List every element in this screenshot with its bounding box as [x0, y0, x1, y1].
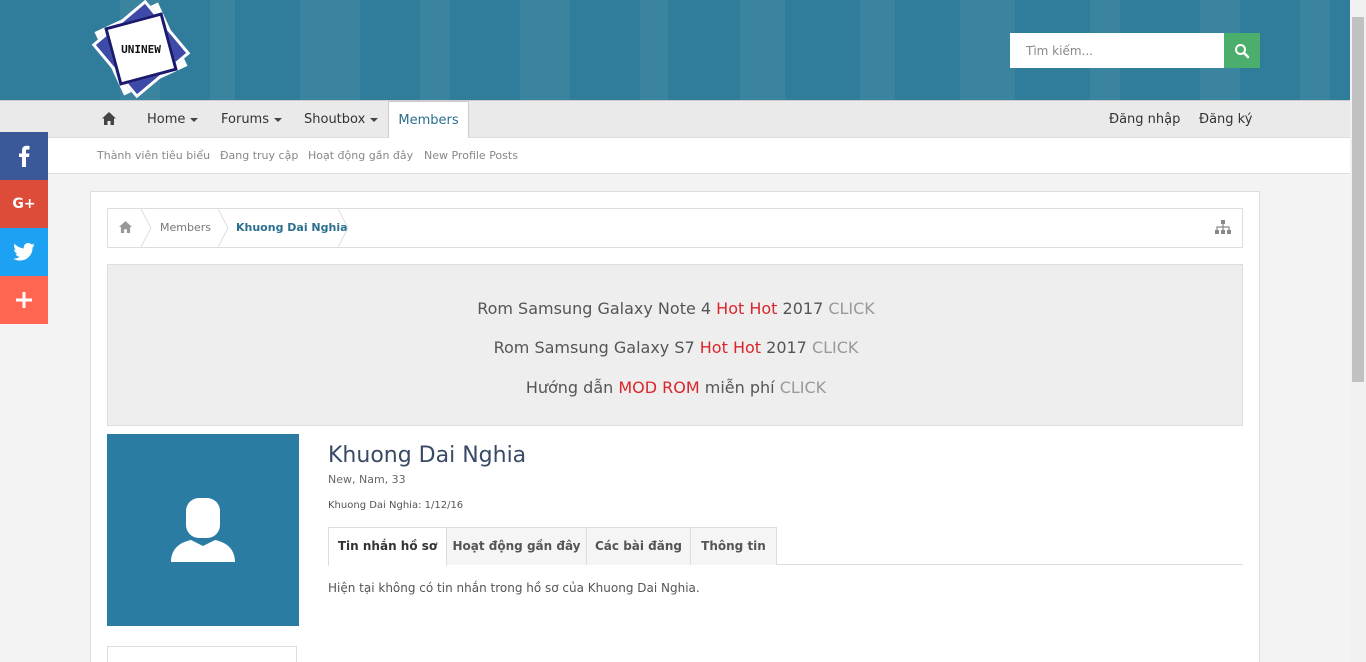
- user-silhouette-icon: [171, 498, 235, 562]
- login-link[interactable]: Đăng nhập: [1109, 101, 1180, 138]
- search-input[interactable]: [1010, 33, 1224, 68]
- chevron-down-icon: [274, 117, 282, 122]
- sitemap-jump-button[interactable]: [1215, 209, 1231, 247]
- breadcrumb-home-link[interactable]: [119, 209, 132, 247]
- breadcrumb-current[interactable]: Khuong Dai Nghia: [236, 209, 348, 247]
- profile-name: Khuong Dai Nghia: [328, 443, 527, 468]
- avatar[interactable]: [107, 434, 299, 626]
- facebook-icon: [19, 145, 30, 167]
- subnav-notable-members[interactable]: Thành viên tiêu biểu: [97, 138, 210, 174]
- profile-meta: New, Nam, 33: [328, 473, 406, 486]
- promo-line-s7: Rom Samsung Galaxy S7 Hot Hot 2017 CLICK: [493, 338, 859, 357]
- breadcrumb-separator: [218, 209, 229, 247]
- promo-hot-label: Hot Hot: [716, 299, 778, 318]
- home-icon: [102, 111, 116, 125]
- search-icon: [1235, 43, 1250, 58]
- tab-postings[interactable]: Các bài đăng: [586, 527, 691, 565]
- main-nav: Home Forums Shoutbox Members Đăng nhập Đ…: [0, 100, 1350, 139]
- empty-profile-posts-message: Hiện tại không có tin nhắn trong hồ sơ c…: [328, 581, 700, 595]
- google-plus-share-button[interactable]: G+: [0, 180, 48, 228]
- promo-click-link[interactable]: CLICK: [812, 338, 858, 357]
- breadcrumb: Members Khuong Dai Nghia: [107, 208, 1243, 248]
- promo-click-link[interactable]: CLICK: [828, 299, 874, 318]
- search-button[interactable]: [1224, 33, 1260, 68]
- promo-modrom-label: MOD ROM: [618, 378, 700, 397]
- tab-profile-posts[interactable]: Tin nhắn hồ sơ: [328, 527, 447, 566]
- subnav-online-now[interactable]: Đang truy cập: [220, 138, 298, 174]
- twitter-icon: [13, 243, 35, 261]
- home-icon: [119, 220, 132, 233]
- promo-hot-label: Hot Hot: [699, 338, 762, 357]
- breadcrumb-members-link[interactable]: Members: [160, 209, 211, 247]
- subnav-recent-activity[interactable]: Hoạt động gần đây: [308, 138, 413, 174]
- register-link[interactable]: Đăng ký: [1199, 101, 1252, 138]
- plus-icon: [16, 292, 32, 308]
- logo-text: UNINEW: [121, 42, 161, 56]
- chevron-down-icon: [370, 117, 379, 122]
- site-header: UNINEW: [0, 0, 1350, 100]
- site-logo[interactable]: UNINEW: [91, 0, 191, 99]
- promo-notice: Rom Samsung Galaxy Note 4 Hot Hot 2017 C…: [107, 264, 1243, 426]
- profile-date: Khuong Dai Nghia: 1/12/16: [328, 500, 464, 511]
- page-scrollbar[interactable]: [1350, 0, 1366, 662]
- more-share-button[interactable]: [0, 276, 48, 324]
- nav-shoutbox[interactable]: Shoutbox: [304, 101, 379, 138]
- nav-home[interactable]: Home: [147, 101, 199, 138]
- subnav-new-profile-posts[interactable]: New Profile Posts: [424, 138, 518, 174]
- nav-forums[interactable]: Forums: [221, 101, 282, 138]
- nav-members[interactable]: Members: [388, 101, 469, 139]
- breadcrumb-separator: [338, 209, 349, 247]
- promo-click-link[interactable]: CLICK: [780, 378, 826, 397]
- tab-recent-activity[interactable]: Hoạt động gần đây: [446, 527, 587, 565]
- facebook-share-button[interactable]: [0, 132, 48, 180]
- google-plus-icon: G+: [12, 196, 36, 212]
- twitter-share-button[interactable]: [0, 228, 48, 276]
- scrollbar-thumb[interactable]: [1352, 17, 1364, 382]
- promo-line-modrom: Hướng dẫn MOD ROM miễn phí CLICK: [525, 378, 827, 397]
- sitemap-icon: [1215, 219, 1231, 234]
- search-form: [1010, 33, 1260, 68]
- profile-tabs: Tin nhắn hồ sơ Hoạt động gần đây Các bài…: [328, 527, 1243, 566]
- tab-information[interactable]: Thông tin: [690, 527, 777, 565]
- promo-line-note4: Rom Samsung Galaxy Note 4 Hot Hot 2017 C…: [477, 299, 875, 318]
- sidebar-info-box: [107, 646, 297, 662]
- sub-nav: Thành viên tiêu biểu Đang truy cập Hoạt …: [0, 138, 1350, 174]
- chevron-down-icon: [190, 117, 199, 122]
- nav-home-icon-link[interactable]: [102, 101, 116, 138]
- breadcrumb-separator: [141, 209, 152, 247]
